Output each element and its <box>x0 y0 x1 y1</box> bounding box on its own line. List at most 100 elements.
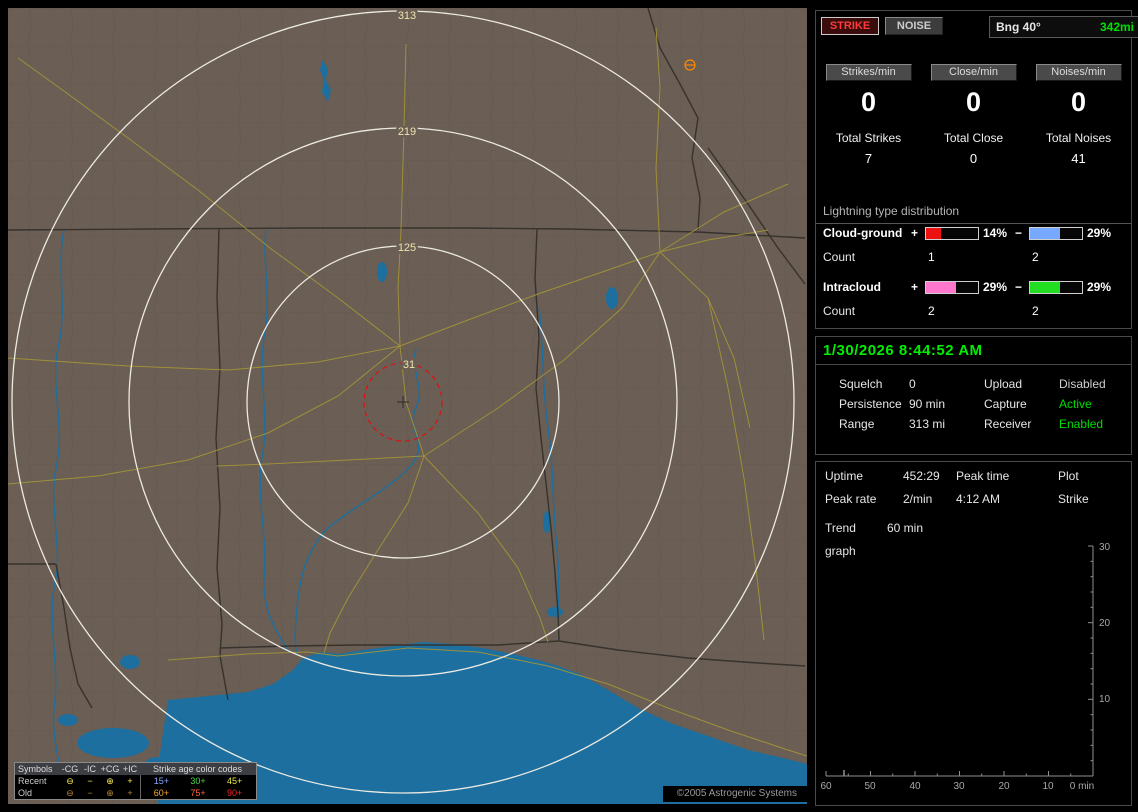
y-tick-10: 10 <box>1099 694 1111 705</box>
close-per-min-button[interactable]: Close/min <box>930 64 1017 81</box>
bearing-label: Bng 40° <box>996 20 1041 34</box>
ic-minus-bar <box>1029 280 1083 294</box>
y-tick-30: 30 <box>1099 542 1111 553</box>
divider <box>816 364 1131 365</box>
ring-label-219: 219 <box>398 126 416 138</box>
intracloud-count-row: Count 2 2 <box>816 304 1131 318</box>
total-noises-value: 41 <box>1071 151 1086 166</box>
peak-rate-row: Peak rate 2/min 4:12 AM Strike <box>816 488 1131 511</box>
lake-pontchartrain <box>77 728 149 758</box>
capture-status: Active <box>1059 397 1092 411</box>
legend-col-neg-ic: -IC <box>84 764 96 774</box>
persistence-row: Persistence 90 min Capture Active <box>816 394 1131 414</box>
cloud-ground-row: Cloud-ground + 14% − 29% <box>816 226 1131 240</box>
legend-col-neg-cg: -CG <box>61 764 79 774</box>
x-tick-0min: 0 min <box>1070 781 1094 792</box>
strike-stats-panel: STRIKE NOISE Bng 40° 342mi Strikes/min 0… <box>815 10 1138 329</box>
legend-age-header: Strike age color codes <box>152 764 243 774</box>
strike-mode-button[interactable]: STRIKE <box>821 17 879 35</box>
x-tick-30: 30 <box>953 781 965 792</box>
ring-label-125: 125 <box>398 242 416 254</box>
copyright-notice: ©2005 Astrogenic Systems <box>662 786 807 802</box>
cg-minus-pct: 29% <box>1087 226 1112 240</box>
cg-minus-count: 2 <box>1032 250 1039 264</box>
plus-sign: + <box>911 280 919 294</box>
ic-plus-pct: 29% <box>983 280 1008 294</box>
bearing-distance: 342mi <box>1099 20 1134 34</box>
persistence-value: 90 min <box>909 397 946 411</box>
age-75: 75+ <box>190 788 206 798</box>
noise-mode-button[interactable]: NOISE <box>885 17 943 35</box>
pos-ic-old-icon: + <box>127 788 133 798</box>
map-legend: Symbols -CG -IC +CG +IC Strike age color… <box>14 762 257 800</box>
persistence-label: Persistence <box>839 397 902 411</box>
receiver-status: Enabled <box>1059 417 1104 431</box>
range-value: 313 mi <box>909 417 946 431</box>
total-strikes-label: Total Strikes <box>835 131 902 145</box>
legend-recent-label: Recent <box>18 776 47 786</box>
uptime-value: 452:29 <box>903 469 940 483</box>
squelch-label: Squelch <box>839 377 883 391</box>
plus-sign: + <box>911 226 919 240</box>
age-15: 15+ <box>153 776 169 786</box>
upload-label: Upload <box>984 377 1023 391</box>
distribution-title: Lightning type distribution <box>816 204 1131 224</box>
ring-label-31: 31 <box>403 359 415 371</box>
status-panel: 1/30/2026 8:44:52 AM Squelch 0 Upload Di… <box>815 336 1132 455</box>
cg-minus-bar <box>1029 226 1083 240</box>
legend-old-label: Old <box>18 788 33 798</box>
x-tick-20: 20 <box>998 781 1010 792</box>
x-tick-60: 60 <box>820 781 832 792</box>
age-60: 60+ <box>153 788 169 798</box>
peak-rate-value: 2/min <box>903 492 933 506</box>
total-close-value: 0 <box>969 151 978 166</box>
close-per-min-value: 0 <box>965 87 982 117</box>
age-45: 45+ <box>227 776 243 786</box>
minus-sign: − <box>1015 226 1023 240</box>
pos-cg-old-icon: ⊕ <box>106 788 114 798</box>
age-90: 90+ <box>227 788 243 798</box>
session-trend-panel: Uptime 452:29 Peak time Plot Peak rate 2… <box>815 461 1132 806</box>
map-panel[interactable]: 313 219 125 31 Symbols -CG -IC +CG +IC S… <box>8 8 807 804</box>
total-noises-label: Total Noises <box>1045 131 1112 145</box>
uptime-row: Uptime 452:29 Peak time Plot <box>816 465 1131 488</box>
cloud-ground-label: Cloud-ground <box>823 226 903 240</box>
ic-minus-count: 2 <box>1032 304 1039 318</box>
x-tick-40: 40 <box>909 781 921 792</box>
noises-per-min-button[interactable]: Noises/min <box>1035 64 1122 81</box>
legend-symbols-header: Symbols <box>18 764 53 774</box>
neg-cg-recent-icon: ⊖ <box>66 776 74 786</box>
uptime-label: Uptime <box>825 469 864 483</box>
rate-counters: Strikes/min 0 Close/min 0 Noises/min 0 <box>816 64 1131 116</box>
bearing-range-display: Bng 40° 342mi <box>989 16 1138 38</box>
peak-time-value: 4:12 AM <box>956 492 1001 506</box>
total-close-label: Total Close <box>943 131 1004 145</box>
map-canvas[interactable]: 313 219 125 31 <box>8 8 807 804</box>
pos-cg-recent-icon: ⊕ <box>106 776 114 786</box>
minus-sign: − <box>1015 280 1023 294</box>
legend-col-pos-ic: +IC <box>122 764 138 774</box>
upload-status: Disabled <box>1059 377 1106 391</box>
plot-value: Strike <box>1058 492 1089 506</box>
x-tick-10: 10 <box>1042 781 1054 792</box>
intracloud-row: Intracloud + 29% − 29% <box>816 280 1131 294</box>
neg-cg-old-icon: ⊖ <box>66 788 74 798</box>
date-time-display: 1/30/2026 8:44:52 AM <box>823 342 983 359</box>
range-row: Range 313 mi Receiver Enabled <box>816 414 1131 434</box>
receiver-label: Receiver <box>984 417 1032 431</box>
status-table: Squelch 0 Upload Disabled Persistence 90… <box>816 374 1131 434</box>
squelch-row: Squelch 0 Upload Disabled <box>816 374 1131 394</box>
peak-rate-label: Peak rate <box>825 492 877 506</box>
totals: Total Strikes 7 Total Close 0 Total Nois… <box>816 131 1131 166</box>
plot-label: Plot <box>1058 469 1079 483</box>
pos-ic-recent-icon: + <box>127 776 133 786</box>
lightning-tracker-app: 313 219 125 31 Symbols -CG -IC +CG +IC S… <box>0 0 1138 812</box>
strikes-per-min-value: 0 <box>860 87 877 117</box>
total-strikes-value: 7 <box>864 151 873 166</box>
count-label: Count <box>823 250 856 264</box>
capture-label: Capture <box>984 397 1027 411</box>
cloud-ground-count-row: Count 1 2 <box>816 250 1131 264</box>
ic-minus-pct: 29% <box>1087 280 1112 294</box>
strikes-per-min-button[interactable]: Strikes/min <box>825 64 912 81</box>
trend-ticks <box>825 545 1094 777</box>
